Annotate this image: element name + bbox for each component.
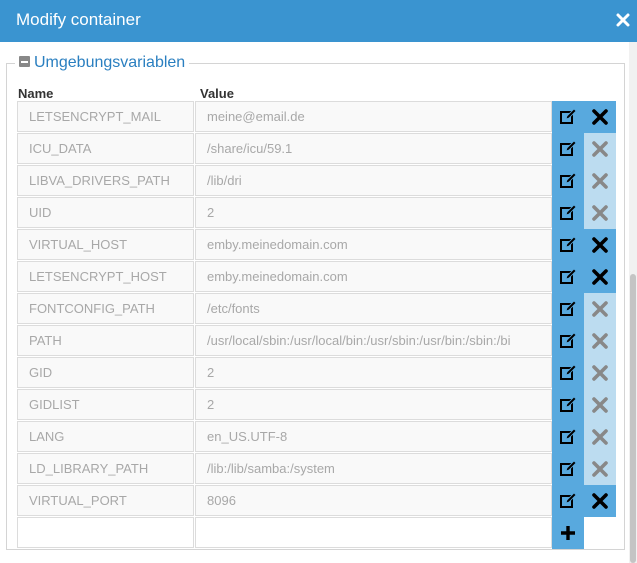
env-value-field[interactable]: /lib/dri (195, 165, 552, 196)
env-variables-legend[interactable]: Umgebungsvariablen (15, 54, 189, 72)
delete-button[interactable] (584, 133, 616, 165)
row-actions (552, 261, 616, 293)
env-value-field[interactable]: emby.meinedomain.com (195, 261, 552, 292)
new-value-input[interactable] (195, 517, 552, 548)
env-value-field[interactable]: /share/icu/59.1 (195, 133, 552, 164)
row-actions (552, 357, 616, 389)
env-name-field[interactable]: ICU_DATA (17, 133, 194, 164)
row-actions (552, 101, 616, 133)
env-name-field[interactable]: VIRTUAL_HOST (17, 229, 194, 260)
env-value-field[interactable]: /usr/local/sbin:/usr/local/bin:/usr/sbin… (195, 325, 552, 356)
env-name-field[interactable]: LETSENCRYPT_MAIL (17, 101, 194, 132)
env-value-field[interactable]: /etc/fonts (195, 293, 552, 324)
collapse-minus-icon[interactable] (19, 56, 30, 67)
edit-button[interactable] (552, 325, 584, 357)
delete-button[interactable] (584, 165, 616, 197)
env-name-field[interactable]: LANG (17, 421, 194, 452)
scrollbar[interactable] (629, 42, 637, 563)
env-name-field[interactable]: VIRTUAL_PORT (17, 485, 194, 516)
env-value-field[interactable]: /lib:/lib/samba:/system (195, 453, 552, 484)
delete-button[interactable] (584, 325, 616, 357)
env-name-field[interactable]: PATH (17, 325, 194, 356)
env-name-field[interactable]: LD_LIBRARY_PATH (17, 453, 194, 484)
add-variable-button[interactable] (552, 517, 584, 549)
row-actions (552, 165, 616, 197)
column-header-name: Name (18, 86, 54, 101)
env-name-field[interactable]: GIDLIST (17, 389, 194, 420)
env-value-field[interactable]: en_US.UTF-8 (195, 421, 552, 452)
edit-button[interactable] (552, 389, 584, 421)
legend-label: Umgebungsvariablen (34, 54, 186, 71)
edit-button[interactable] (552, 229, 584, 261)
edit-button[interactable] (552, 357, 584, 389)
delete-button[interactable] (584, 421, 616, 453)
env-value-field[interactable]: meine@email.de (195, 101, 552, 132)
edit-button[interactable] (552, 165, 584, 197)
env-value-field[interactable]: 2 (195, 357, 552, 388)
delete-button[interactable] (584, 261, 616, 293)
env-name-field[interactable]: LIBVA_DRIVERS_PATH (17, 165, 194, 196)
env-value-field[interactable]: 2 (195, 389, 552, 420)
row-actions (552, 389, 616, 421)
edit-button[interactable] (552, 421, 584, 453)
env-value-field[interactable]: 8096 (195, 485, 552, 516)
row-actions (552, 421, 616, 453)
env-value-field[interactable]: emby.meinedomain.com (195, 229, 552, 260)
edit-button[interactable] (552, 133, 584, 165)
edit-button[interactable] (552, 101, 584, 133)
row-actions (552, 133, 616, 165)
row-actions (552, 293, 616, 325)
env-name-field[interactable]: GID (17, 357, 194, 388)
close-icon[interactable] (615, 12, 631, 28)
edit-button[interactable] (552, 293, 584, 325)
env-name-field[interactable]: LETSENCRYPT_HOST (17, 261, 194, 292)
dialog-titlebar: Modify container (0, 0, 637, 42)
env-name-field[interactable]: FONTCONFIG_PATH (17, 293, 194, 324)
delete-button[interactable] (584, 197, 616, 229)
delete-button[interactable] (584, 293, 616, 325)
dialog-title: Modify container (16, 10, 141, 29)
delete-button[interactable] (584, 485, 616, 517)
scrollbar-thumb[interactable] (630, 274, 636, 563)
env-name-field[interactable]: UID (17, 197, 194, 228)
delete-button[interactable] (584, 229, 616, 261)
delete-button[interactable] (584, 453, 616, 485)
row-actions (552, 325, 616, 357)
row-actions (552, 197, 616, 229)
delete-button[interactable] (584, 389, 616, 421)
edit-button[interactable] (552, 453, 584, 485)
new-name-input[interactable] (17, 517, 194, 548)
edit-button[interactable] (552, 485, 584, 517)
edit-button[interactable] (552, 197, 584, 229)
env-value-field[interactable]: 2 (195, 197, 552, 228)
delete-button[interactable] (584, 101, 616, 133)
edit-button[interactable] (552, 261, 584, 293)
delete-button[interactable] (584, 357, 616, 389)
column-header-value: Value (200, 86, 234, 101)
row-actions (552, 485, 616, 517)
row-actions (552, 229, 616, 261)
row-actions (552, 453, 616, 485)
